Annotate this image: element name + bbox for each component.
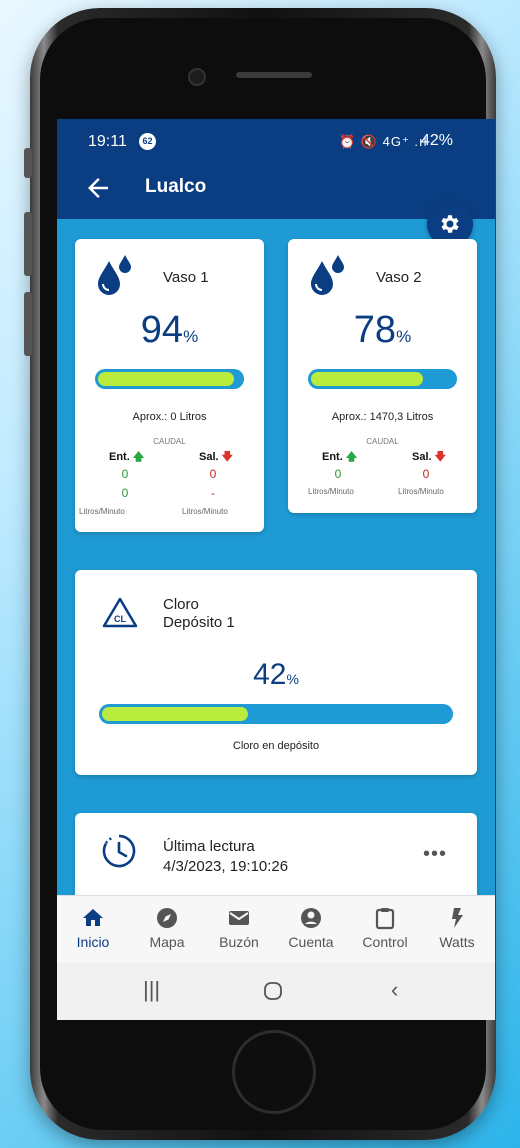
status-bar: 19:11 62 ⏰ 🔇 4G⁺ .ıl 42% xyxy=(57,119,495,163)
home-button[interactable] xyxy=(232,1030,316,1114)
approx-liters: Aprox.: 1470,3 Litros xyxy=(331,411,434,423)
app-screen: 19:11 62 ⏰ 🔇 4G⁺ .ıl 42% Lualco Vaso 1 9… xyxy=(57,119,495,1020)
caudal-label: CAUDAL xyxy=(366,437,399,446)
recent-apps-icon[interactable]: ||| xyxy=(143,977,160,1003)
water-drop-icon xyxy=(98,255,131,295)
home-icon xyxy=(83,909,103,926)
bolt-icon xyxy=(452,908,463,928)
level-bar-fill xyxy=(311,372,423,386)
lectura-label: Última lectura xyxy=(163,838,255,855)
arrow-up-icon: 🡅 xyxy=(345,451,358,463)
home-circle-icon[interactable] xyxy=(263,981,283,1001)
sal-unit: Litros/Minuto xyxy=(182,507,228,516)
back-arrow-icon[interactable] xyxy=(83,173,113,203)
chlorine-icon: CL xyxy=(102,597,138,628)
ent-label: Ent. 🡅 xyxy=(322,451,358,463)
vaso-percentage: 78% xyxy=(353,309,412,351)
nav-item-buzon[interactable]: Buzón xyxy=(207,906,271,950)
notification-badge: 62 xyxy=(139,133,156,150)
back-chevron-icon[interactable]: ‹ xyxy=(391,977,398,1003)
cloro-title: Cloro Depósito 1 xyxy=(163,596,235,631)
account-icon xyxy=(301,908,321,928)
page-title: Lualco xyxy=(145,176,207,197)
nav-item-inicio[interactable]: Inicio xyxy=(61,906,125,950)
arrow-down-icon: 🡇 xyxy=(221,451,233,463)
lectura-timestamp: 4/3/2023, 19:10:26 xyxy=(163,858,289,875)
vaso-name: Vaso 1 xyxy=(163,269,209,286)
more-options-icon[interactable]: ••• xyxy=(423,843,447,866)
compass-icon xyxy=(157,908,177,928)
sal-label: Sal. 🡇 xyxy=(199,451,233,463)
svg-text:CL: CL xyxy=(114,614,126,624)
mute-switch xyxy=(24,148,32,178)
battery-level: 42% xyxy=(421,132,454,149)
cloro-percentage: 42% xyxy=(253,658,299,691)
cloro-card[interactable]: CL Cloro Depósito 1 42% Cloro en depósit… xyxy=(75,570,477,775)
nav-item-watts[interactable]: Watts xyxy=(425,906,489,950)
arrow-down-icon: 🡇 xyxy=(434,451,446,463)
sal-value: 0 xyxy=(209,467,217,481)
earpiece-speaker xyxy=(236,72,312,78)
history-clock-icon xyxy=(102,834,136,868)
system-navigation-bar: ||| ‹ xyxy=(57,963,495,1020)
ent-value-secondary: 0 xyxy=(121,486,129,500)
bottom-navigation: Inicio Mapa Buzón Cuenta Control Watts xyxy=(57,895,495,964)
status-time: 19:11 xyxy=(88,133,127,150)
nav-item-cuenta[interactable]: Cuenta xyxy=(279,906,343,950)
nav-item-control[interactable]: Control xyxy=(353,906,417,950)
sal-value: 0 xyxy=(422,467,430,481)
volume-down-button xyxy=(24,292,32,356)
water-drop-icon xyxy=(311,255,344,295)
vaso-2-card[interactable]: Vaso 2 78% Aprox.: 1470,3 Litros CAUDAL … xyxy=(288,239,477,513)
sal-label: Sal. 🡇 xyxy=(412,451,446,463)
ent-value: 0 xyxy=(334,467,342,481)
ent-unit: Litros/Minuto xyxy=(79,507,125,516)
nav-item-mapa[interactable]: Mapa xyxy=(135,906,199,950)
ent-unit: Litros/Minuto xyxy=(308,487,354,496)
level-bar-fill xyxy=(98,372,234,386)
vaso-1-card[interactable]: Vaso 1 94% Aprox.: 0 Litros CAUDAL Ent. … xyxy=(75,239,264,532)
vaso-percentage: 94% xyxy=(140,309,199,351)
status-indicators: ⏰ 🔇 4G⁺ .ıl xyxy=(339,134,428,149)
clipboard-icon xyxy=(375,908,395,930)
mail-icon xyxy=(229,911,249,925)
front-camera xyxy=(188,68,206,86)
arrow-up-icon: 🡅 xyxy=(132,451,145,463)
approx-liters: Aprox.: 0 Litros xyxy=(132,411,207,423)
cloro-caption: Cloro en depósito xyxy=(232,740,320,752)
cloro-level-bar-fill xyxy=(102,707,248,721)
ent-label: Ent. 🡅 xyxy=(109,451,145,463)
sal-value-secondary: - xyxy=(211,486,215,500)
sal-unit: Litros/Minuto xyxy=(398,487,444,496)
vaso-name: Vaso 2 xyxy=(376,269,422,286)
gear-icon xyxy=(441,215,459,233)
volume-up-button xyxy=(24,212,32,276)
ent-value: 0 xyxy=(121,467,129,481)
caudal-label: CAUDAL xyxy=(153,437,186,446)
level-bar xyxy=(308,369,457,389)
cloro-level-bar xyxy=(99,704,453,724)
level-bar xyxy=(95,369,244,389)
app-bar: Lualco xyxy=(57,163,495,219)
